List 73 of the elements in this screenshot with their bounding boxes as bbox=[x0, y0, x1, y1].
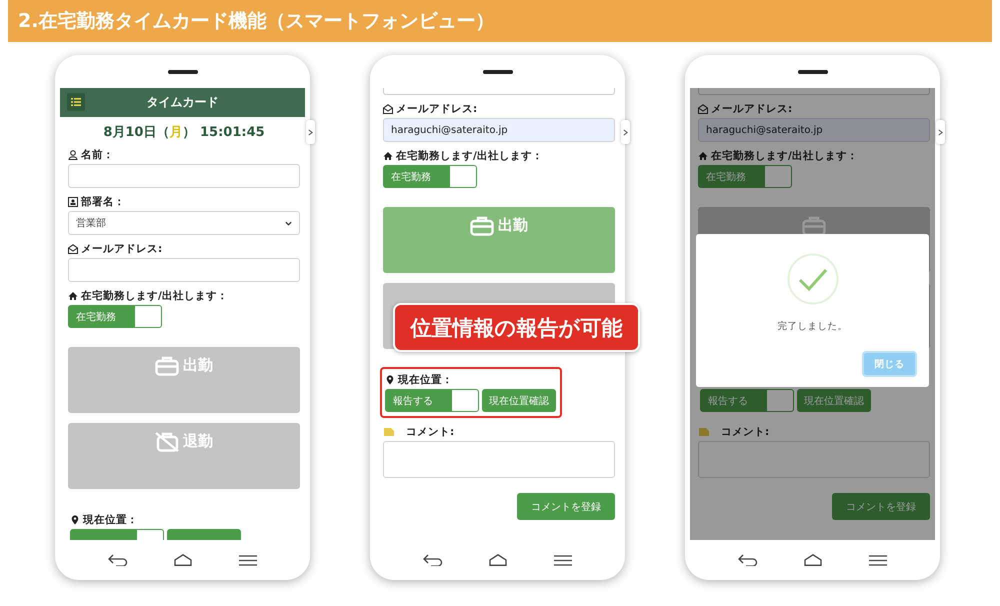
briefcase-icon bbox=[155, 356, 179, 376]
toggle-switch[interactable]: 報告する bbox=[700, 389, 794, 412]
side-tab[interactable] bbox=[306, 120, 315, 144]
callout-tooltip: 位置情報の報告が可能 bbox=[393, 303, 640, 352]
menu-icon bbox=[71, 98, 81, 106]
note-icon bbox=[383, 427, 395, 437]
field-label: 名前： bbox=[81, 148, 114, 162]
toggle-switch[interactable]: 在宅勤務 bbox=[68, 305, 162, 328]
toggle-switch[interactable]: 在宅勤務 bbox=[383, 165, 477, 188]
chevron-right-icon bbox=[308, 128, 313, 136]
field-label: 在宅勤務します/出社します： bbox=[396, 149, 543, 163]
field-label: メールアドレス: bbox=[396, 102, 478, 116]
modal-message: 完了しました。 bbox=[778, 320, 848, 333]
briefcase-icon bbox=[470, 216, 494, 236]
field-label: 現在位置： bbox=[398, 373, 453, 387]
field-label: 部署名： bbox=[81, 195, 125, 209]
input-field[interactable] bbox=[698, 88, 930, 95]
menu-icon[interactable] bbox=[554, 554, 572, 566]
input-field[interactable] bbox=[68, 164, 300, 188]
chevron-right-icon bbox=[623, 128, 628, 136]
back-icon[interactable] bbox=[738, 554, 758, 566]
location-check-button[interactable]: 現在位置確認 bbox=[797, 389, 871, 412]
speaker-slot bbox=[798, 70, 828, 74]
field-label: メールアドレス: bbox=[81, 242, 162, 256]
field-label: コメント: bbox=[721, 425, 770, 439]
menu-button[interactable] bbox=[67, 93, 85, 111]
speaker-slot bbox=[482, 70, 512, 74]
home-icon bbox=[698, 151, 708, 161]
side-tab[interactable] bbox=[936, 120, 945, 144]
crossed-briefcase-icon bbox=[155, 432, 179, 452]
field-label: メールアドレス: bbox=[711, 102, 792, 116]
home-icon bbox=[68, 291, 78, 301]
id-card-icon bbox=[68, 197, 78, 207]
input-field[interactable] bbox=[68, 258, 300, 282]
side-tab[interactable] bbox=[621, 120, 630, 144]
field-label: 在宅勤務します/出社します： bbox=[81, 289, 228, 303]
chevron-down-icon bbox=[285, 220, 292, 226]
app-title: タイムカード bbox=[146, 94, 218, 111]
input-field[interactable]: haraguchi@sateraito.jp bbox=[383, 118, 615, 142]
note-icon bbox=[698, 427, 710, 437]
field-label: 現在位置： bbox=[83, 513, 138, 527]
clock-in-button[interactable]: 出勤 bbox=[68, 347, 300, 413]
banner-title: 2.在宅勤務タイムカード機能（スマートフォンビュー） bbox=[18, 9, 494, 34]
user-icon bbox=[68, 150, 78, 160]
field-label: 在宅勤務します/出社します： bbox=[711, 149, 858, 163]
map-pin-icon bbox=[385, 375, 395, 385]
speaker-slot bbox=[168, 70, 198, 74]
submit-button[interactable]: コメントを登録 bbox=[517, 493, 615, 520]
envelope-icon bbox=[383, 104, 393, 114]
department-select[interactable]: 営業部 bbox=[68, 211, 300, 235]
clock-in-button[interactable]: 出勤 bbox=[383, 207, 615, 273]
field-label: コメント: bbox=[406, 425, 454, 439]
home-icon[interactable] bbox=[804, 554, 822, 566]
input-field[interactable]: haraguchi@sateraito.jp bbox=[698, 118, 930, 142]
menu-icon[interactable] bbox=[868, 554, 887, 566]
clock-out-button[interactable]: 退勤 bbox=[68, 423, 300, 489]
map-pin-icon bbox=[70, 515, 80, 525]
back-icon[interactable] bbox=[423, 554, 444, 566]
check-circle-icon bbox=[786, 253, 838, 305]
location-check-button[interactable]: 現在位置確認 bbox=[482, 389, 556, 412]
home-icon[interactable] bbox=[174, 554, 192, 566]
date-time-text: 8月10日（月） 15:01:45 bbox=[102, 124, 266, 141]
envelope-icon bbox=[698, 104, 708, 114]
toggle-switch[interactable]: 在宅勤務 bbox=[698, 165, 792, 188]
home-icon bbox=[383, 151, 393, 161]
chevron-right-icon bbox=[938, 128, 943, 136]
home-icon[interactable] bbox=[489, 554, 508, 566]
menu-icon[interactable] bbox=[238, 554, 257, 566]
toggle-switch[interactable]: 報告する bbox=[385, 389, 479, 412]
envelope-icon bbox=[68, 244, 78, 254]
input-field[interactable] bbox=[383, 88, 615, 95]
back-icon[interactable] bbox=[108, 554, 128, 566]
submit-button[interactable]: コメントを登録 bbox=[832, 493, 930, 520]
